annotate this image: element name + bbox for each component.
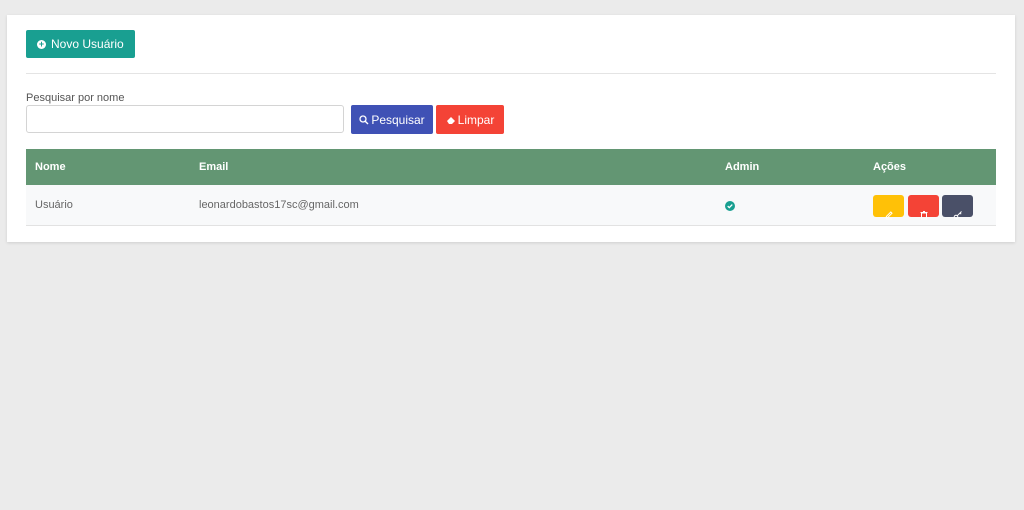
search-icon <box>359 114 369 125</box>
table-header: Nome Email Admin Ações <box>26 149 996 185</box>
search-button[interactable]: Pesquisar <box>351 105 433 134</box>
clear-button-label: Limpar <box>457 112 495 127</box>
column-header-acoes: Ações <box>873 161 907 173</box>
search-input[interactable] <box>26 105 344 133</box>
cell-email: leonardobastos17sc@gmail.com <box>199 199 359 211</box>
column-header-nome: Nome <box>35 161 66 173</box>
edit-button[interactable] <box>873 195 904 220</box>
divider <box>26 73 996 74</box>
key-button[interactable] <box>942 195 973 220</box>
clear-button[interactable]: Limpar <box>436 105 504 134</box>
table-row: Usuário leonardobastos17sc@gmail.com <box>26 185 996 226</box>
new-user-label: Novo Usuário <box>51 37 124 51</box>
column-header-email: Email <box>199 161 229 173</box>
search-button-label: Pesquisar <box>371 112 425 127</box>
eraser-icon <box>446 115 456 125</box>
cell-nome: Usuário <box>35 199 73 211</box>
edit-icon <box>884 195 894 236</box>
delete-button[interactable] <box>908 195 939 220</box>
new-user-button[interactable]: + Novo Usuário <box>26 30 135 58</box>
column-header-admin: Admin <box>725 161 760 173</box>
admin-check-icon <box>725 201 735 211</box>
plus-circle-icon: + <box>37 38 46 49</box>
search-label: Pesquisar por nome <box>26 92 125 104</box>
trash-icon <box>919 195 929 236</box>
users-card: + Novo Usuário Pesquisar por nome Pesqui… <box>7 15 1015 242</box>
users-table: Nome Email Admin Ações Usuário leonardob… <box>26 149 996 226</box>
key-icon <box>953 195 963 236</box>
